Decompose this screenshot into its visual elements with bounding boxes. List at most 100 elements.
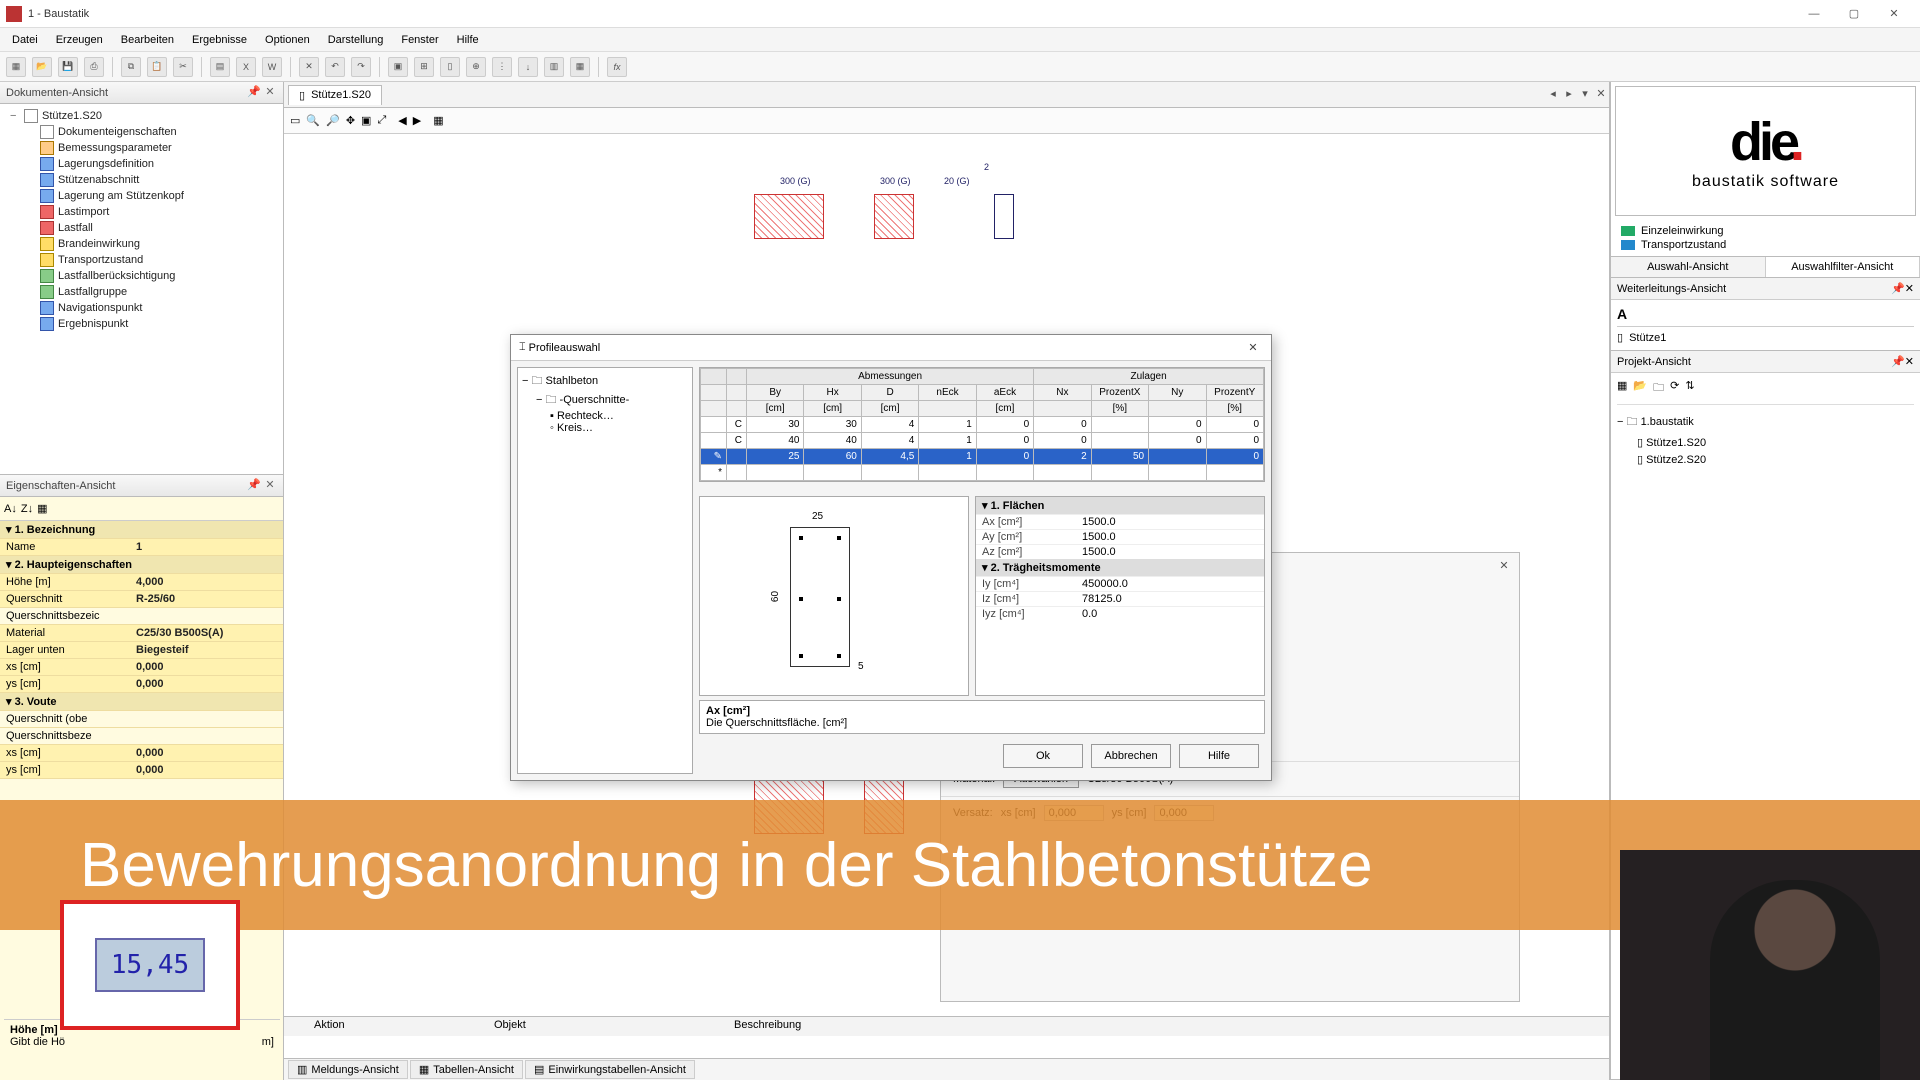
- tool-rebar-icon[interactable]: ⋮: [492, 57, 512, 77]
- tool-cut-icon[interactable]: ✂: [173, 57, 193, 77]
- pin-icon[interactable]: 📌: [247, 86, 261, 100]
- menu-ergebnisse[interactable]: Ergebnisse: [184, 31, 255, 49]
- weiter-item[interactable]: Stütze1: [1629, 332, 1666, 344]
- sort-az-icon[interactable]: A↓: [4, 503, 17, 515]
- tree-item[interactable]: Brandeinwirkung: [22, 236, 281, 252]
- tree-root[interactable]: Stütze1.S20: [42, 110, 102, 122]
- tab-next-icon[interactable]: ▸: [1561, 87, 1577, 103]
- tool-paste-icon[interactable]: 📋: [147, 57, 167, 77]
- tab-list-icon[interactable]: ▾: [1577, 87, 1593, 103]
- tab-prev-icon[interactable]: ◂: [1545, 87, 1561, 103]
- table-row[interactable]: C4040410000: [701, 433, 1264, 449]
- tool-calc-icon[interactable]: ▣: [388, 57, 408, 77]
- zoom-out-icon[interactable]: 🔎: [326, 114, 340, 127]
- maximize-button[interactable]: ▢: [1834, 3, 1874, 25]
- tab-tabellen[interactable]: ▦Tabellen-Ansicht: [410, 1060, 523, 1079]
- menu-optionen[interactable]: Optionen: [257, 31, 318, 49]
- help-button[interactable]: Hilfe: [1179, 744, 1259, 768]
- tree-item[interactable]: Lastimport: [22, 204, 281, 220]
- table-row[interactable]: C3030410000: [701, 417, 1264, 433]
- nav-back-icon[interactable]: ◀: [398, 114, 406, 127]
- tree-item[interactable]: Lastfall: [22, 220, 281, 236]
- tab-stuetze1[interactable]: ▯ Stütze1.S20: [288, 85, 382, 105]
- pin-icon[interactable]: 📌: [1891, 282, 1905, 295]
- proj-item-2[interactable]: Stütze2.S20: [1646, 454, 1706, 466]
- tool-misc2-icon[interactable]: ▦: [570, 57, 590, 77]
- tree-item[interactable]: Ergebnispunkt: [22, 316, 281, 332]
- zoom-fit-icon[interactable]: ⤢: [377, 114, 386, 127]
- zoom-in-icon[interactable]: 🔍: [306, 114, 320, 127]
- proj-root[interactable]: 1.baustatik: [1641, 416, 1694, 428]
- zoom-window-icon[interactable]: ▣: [361, 114, 371, 127]
- tool-excel-icon[interactable]: X: [236, 57, 256, 77]
- document-tree[interactable]: −Stütze1.S20 DokumenteigenschaftenBemess…: [0, 104, 283, 474]
- tab-einwirkung[interactable]: ▤Einwirkungstabellen-Ansicht: [525, 1060, 695, 1079]
- tool-column-icon[interactable]: ▯: [440, 57, 460, 77]
- tree-item[interactable]: Lagerungsdefinition: [22, 156, 281, 172]
- tree-item[interactable]: Transportzustand: [22, 252, 281, 268]
- proj-item-1[interactable]: Stütze1.S20: [1646, 437, 1706, 449]
- menu-fenster[interactable]: Fenster: [393, 31, 446, 49]
- tool-save-icon[interactable]: 💾: [58, 57, 78, 77]
- pin-icon[interactable]: 📌: [1891, 355, 1905, 368]
- tree-item[interactable]: Lagerung am Stützenkopf: [22, 188, 281, 204]
- tree-item[interactable]: Lastfallberücksichtigung: [22, 268, 281, 284]
- window-title: 1 - Baustatik: [28, 8, 1794, 20]
- tool-open-icon[interactable]: 📂: [32, 57, 52, 77]
- pan-icon[interactable]: ✥: [346, 114, 355, 127]
- menu-datei[interactable]: Datei: [4, 31, 46, 49]
- tool-new-icon[interactable]: ▦: [6, 57, 26, 77]
- close-icon[interactable]: ✕: [263, 86, 277, 100]
- proj-new-icon[interactable]: ▦: [1617, 379, 1627, 398]
- close-icon[interactable]: ✕: [263, 479, 277, 493]
- tab-close-icon[interactable]: ✕: [1593, 87, 1609, 103]
- menu-erzeugen[interactable]: Erzeugen: [48, 31, 111, 49]
- tool-section-icon[interactable]: ⊞: [414, 57, 434, 77]
- tool-delete-icon[interactable]: ✕: [299, 57, 319, 77]
- tool-redo-icon[interactable]: ↷: [351, 57, 371, 77]
- column-icon: ▯: [1637, 454, 1643, 466]
- tab-meldungs[interactable]: ▥Meldungs-Ansicht: [288, 1060, 408, 1079]
- proj-sort-icon[interactable]: ⇅: [1685, 379, 1694, 398]
- menu-darstellung[interactable]: Darstellung: [320, 31, 392, 49]
- profile-table[interactable]: AbmessungenZulagen ByHxDnEckaEckNxProzen…: [700, 368, 1264, 481]
- bold-a-icon[interactable]: A: [1617, 306, 1627, 322]
- close-icon[interactable]: ✕: [1243, 341, 1263, 354]
- close-icon[interactable]: ✕: [1905, 355, 1914, 368]
- tab-auswahl[interactable]: Auswahl-Ansicht: [1611, 257, 1766, 277]
- ok-button[interactable]: Ok: [1003, 744, 1083, 768]
- tool-print-icon[interactable]: ⎙: [84, 57, 104, 77]
- sort-za-icon[interactable]: Z↓: [21, 503, 33, 515]
- menu-hilfe[interactable]: Hilfe: [449, 31, 487, 49]
- proj-refresh-icon[interactable]: ⟳: [1670, 379, 1679, 398]
- categorize-icon[interactable]: ▦: [37, 502, 47, 515]
- tool-export-icon[interactable]: ▤: [210, 57, 230, 77]
- nav-fwd-icon[interactable]: ▶: [413, 114, 421, 127]
- tool-anchor-icon[interactable]: ⊕: [466, 57, 486, 77]
- material-tree[interactable]: − 🗀 Stahlbeton − 🗀 -Querschnitte- ▪ Rech…: [517, 367, 693, 774]
- tool-misc1-icon[interactable]: ▥: [544, 57, 564, 77]
- tree-item[interactable]: Dokumenteigenschaften: [22, 124, 281, 140]
- table-row[interactable]: ✎25604,5102500: [701, 449, 1264, 465]
- tool-undo-icon[interactable]: ↶: [325, 57, 345, 77]
- pin-icon[interactable]: 📌: [247, 479, 261, 493]
- tree-item[interactable]: Bemessungsparameter: [22, 140, 281, 156]
- close-button[interactable]: ✕: [1874, 3, 1914, 25]
- tool-fx-icon[interactable]: fx: [607, 57, 627, 77]
- minimize-button[interactable]: —: [1794, 3, 1834, 25]
- menu-bearbeiten[interactable]: Bearbeiten: [113, 31, 182, 49]
- close-icon[interactable]: ✕: [1905, 282, 1914, 295]
- tree-item[interactable]: Lastfallgruppe: [22, 284, 281, 300]
- proj-open-icon[interactable]: 📂: [1633, 379, 1647, 398]
- tool-copy-icon[interactable]: ⧉: [121, 57, 141, 77]
- proj-folder-icon[interactable]: 🗀: [1653, 379, 1664, 398]
- tab-auswahlfilter[interactable]: Auswahlfilter-Ansicht: [1766, 257, 1920, 277]
- tree-item[interactable]: Navigationspunkt: [22, 300, 281, 316]
- view-mode-icon[interactable]: ▦: [433, 114, 443, 127]
- tree-item[interactable]: Stützenabschnitt: [22, 172, 281, 188]
- cancel-button[interactable]: Abbrechen: [1091, 744, 1171, 768]
- tool-word-icon[interactable]: W: [262, 57, 282, 77]
- tool-load-icon[interactable]: ↓: [518, 57, 538, 77]
- close-icon[interactable]: ✕: [1495, 559, 1513, 577]
- select-icon[interactable]: ▭: [290, 114, 300, 127]
